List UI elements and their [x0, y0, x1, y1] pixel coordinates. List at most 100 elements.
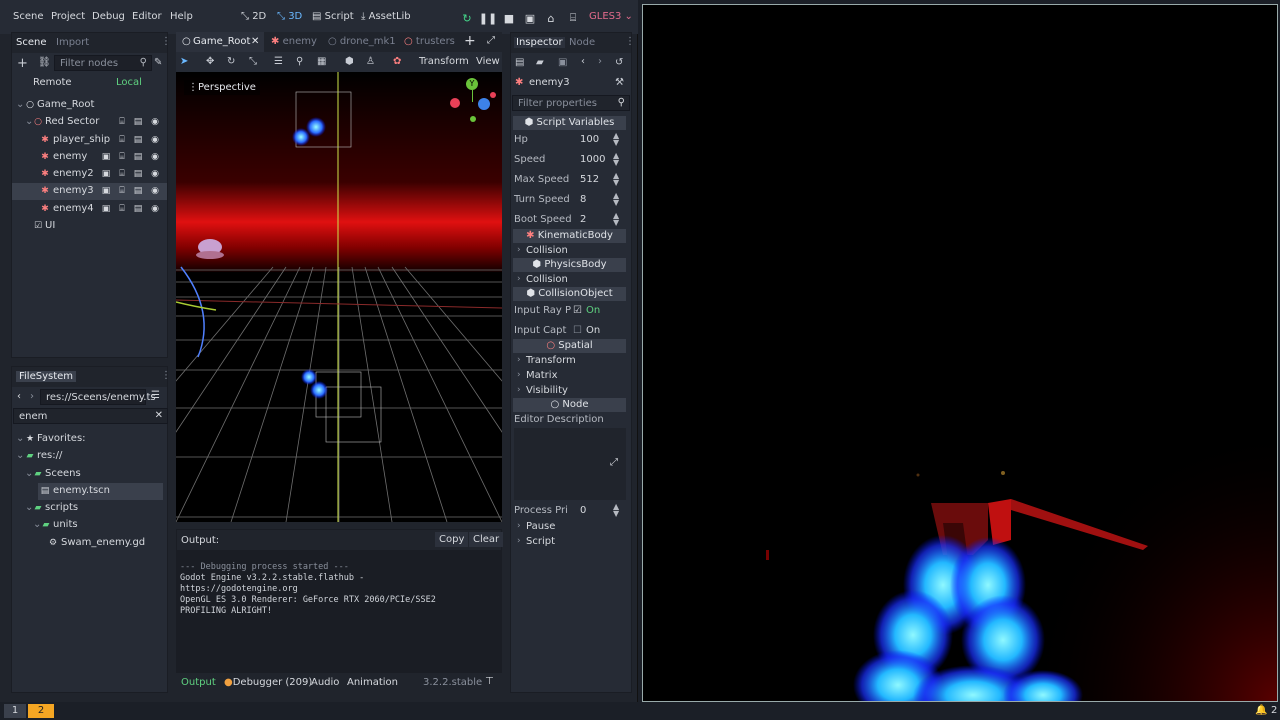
script-icon[interactable]: ▤ — [133, 117, 143, 127]
section-physics-body[interactable]: ⬢ PhysicsBody — [513, 258, 626, 272]
mode-3d-button[interactable]: ⤡ 3D — [277, 11, 302, 22]
mesh-icon[interactable]: ⬢ — [345, 56, 354, 67]
close-icon[interactable]: ✕ — [251, 36, 259, 47]
visibility-eye-icon[interactable]: ◉ — [150, 152, 160, 162]
section-kinematic-body[interactable]: ✱ KinematicBody — [513, 229, 626, 243]
add-node-icon[interactable]: + — [17, 56, 28, 71]
tab-filesystem[interactable]: FileSystem — [16, 371, 77, 382]
pivot-icon[interactable]: ⚲ — [296, 56, 303, 67]
history-icon[interactable]: ↺ — [615, 57, 623, 68]
script-attach-icon[interactable]: ✎ — [154, 57, 162, 68]
list-select-icon[interactable]: ☰ — [274, 56, 283, 67]
spinner-icon[interactable]: ▲ ▼ — [613, 212, 619, 227]
visibility-eye-icon[interactable]: ◉ — [150, 135, 160, 145]
visibility-eye-icon[interactable]: ◉ — [150, 204, 160, 214]
section-spatial[interactable]: ○ Spatial — [513, 339, 626, 353]
group-icon[interactable]: ⌸ — [117, 186, 127, 196]
transform-menu[interactable]: Transform — [419, 56, 469, 67]
prop-speed[interactable]: Speed 1000 ▲ ▼ — [513, 151, 626, 169]
workspace-1-button[interactable]: 1 — [4, 704, 26, 718]
group-transform[interactable]: › Transform — [513, 354, 626, 368]
bell-icon[interactable]: 🔔 — [1255, 705, 1267, 716]
game-window[interactable] — [642, 4, 1278, 702]
kebab-icon[interactable]: ⋮ — [161, 36, 171, 47]
script-icon[interactable]: ▤ — [133, 204, 143, 214]
spinner-icon[interactable]: ▲ ▼ — [613, 132, 619, 147]
select-tool-icon[interactable]: ➤ — [180, 56, 188, 67]
fs-row-favorites[interactable]: ⌄ ★ Favorites: — [12, 431, 167, 448]
list-view-icon[interactable]: ☰ — [151, 390, 160, 401]
play-custom-icon[interactable]: ⌂ — [544, 11, 558, 25]
scene-tab-game-root[interactable]: ○ Game_Root ✕ — [176, 32, 264, 52]
tree-row-enemy2[interactable]: ✱ enemy2 ▣ ⌸ ▤ ◉ — [12, 166, 167, 183]
script-icon[interactable]: ▤ — [133, 186, 143, 196]
scale-tool-icon[interactable]: ⤡ — [249, 56, 257, 67]
instance-icon[interactable]: ▣ — [101, 169, 111, 179]
open-folder-icon[interactable]: ▰ — [536, 57, 544, 68]
new-resource-icon[interactable]: ▤ — [515, 57, 524, 68]
axis-gizmo[interactable]: Y — [446, 78, 500, 126]
visibility-eye-icon[interactable]: ◉ — [150, 117, 160, 127]
gizmo-x[interactable] — [490, 92, 496, 98]
gizmo-y-neg[interactable] — [470, 116, 476, 122]
perspective-menu[interactable]: ⋮Perspective — [184, 80, 260, 95]
filter-properties-input[interactable]: Filter properties ⚲ — [512, 95, 630, 111]
tree-row-game-root[interactable]: ⌄ ○ Game_Root — [12, 97, 167, 114]
move-tool-icon[interactable]: ✥ — [206, 56, 214, 67]
gizmo-z[interactable] — [478, 98, 490, 110]
rotate-tool-icon[interactable]: ↻ — [227, 56, 235, 67]
stop-icon[interactable]: ■ — [502, 11, 516, 25]
view-menu[interactable]: View — [476, 56, 500, 67]
tab-scene[interactable]: Scene — [16, 37, 47, 48]
prop-process-priority[interactable]: Process Pri 0 ▲ ▼ — [513, 502, 626, 520]
scene-tab-enemy[interactable]: ✱ enemy — [271, 36, 317, 47]
tab-inspector[interactable]: Inspector — [514, 37, 565, 48]
prop-input-capture[interactable]: Input Capt ☐ On — [513, 322, 626, 340]
back-arrow-icon[interactable]: ‹ — [17, 391, 21, 402]
fs-row-units[interactable]: ⌄ ▰ units — [12, 517, 167, 534]
group-pause[interactable]: › Pause — [513, 520, 626, 534]
tab-import[interactable]: Import — [56, 37, 89, 48]
tree-row-enemy4[interactable]: ✱ enemy4 ▣ ⌸ ▤ ◉ — [12, 201, 167, 218]
3d-viewport[interactable]: ⋮Perspective Y — [176, 72, 502, 522]
remote-button[interactable]: Remote — [33, 77, 72, 88]
reload-icon[interactable]: ↻ — [460, 11, 474, 25]
gizmo-y[interactable]: Y — [466, 78, 478, 90]
tab-debugger[interactable]: ●Debugger (209) — [224, 677, 312, 688]
prop-input-ray-pickable[interactable]: Input Ray P ☑ On — [513, 302, 626, 320]
forward-arrow-icon[interactable]: › — [30, 391, 34, 402]
instance-icon[interactable]: ▣ — [101, 204, 111, 214]
group-visibility[interactable]: › Visibility — [513, 384, 626, 398]
tools-icon[interactable]: ⚒ — [615, 77, 624, 88]
menu-scene[interactable]: Scene — [13, 11, 44, 22]
menu-editor[interactable]: Editor — [132, 11, 162, 22]
menu-help[interactable]: Help — [170, 11, 193, 22]
scene-tab-drone[interactable]: ○ drone_mk1 — [328, 36, 396, 47]
snap-icon[interactable]: ▦ — [317, 56, 326, 67]
group-icon[interactable]: ⌸ — [117, 117, 127, 127]
checkbox-checked-icon[interactable]: ☑ — [573, 305, 582, 316]
group-collision-2[interactable]: › Collision — [513, 273, 626, 287]
file-search-input[interactable]: enem ✕ — [13, 408, 168, 424]
tree-row-red-sector[interactable]: ⌄ ○ Red Sector ⌸ ▤ ◉ — [12, 114, 167, 131]
workspace-2-button[interactable]: 2 — [28, 704, 54, 718]
inspected-node-name[interactable]: enemy3 — [529, 77, 570, 88]
kebab-icon[interactable]: ⋮ — [625, 36, 635, 47]
group-icon[interactable]: ⌸ — [117, 169, 127, 179]
gizmo-x-neg[interactable] — [450, 98, 460, 108]
group-icon[interactable]: ⌸ — [117, 204, 127, 214]
group-collision[interactable]: › Collision — [513, 244, 626, 258]
local-button[interactable]: Local — [116, 77, 142, 88]
tree-row-enemy3[interactable]: ✱ enemy3 ▣ ⌸ ▤ ◉ — [12, 183, 167, 200]
expand-icon[interactable]: ⤢ — [610, 457, 618, 468]
group-icon[interactable]: ⌸ — [117, 135, 127, 145]
fs-row-sceens[interactable]: ⌄ ▰ Sceens — [12, 466, 167, 483]
spinner-icon[interactable]: ▲ ▼ — [613, 503, 619, 518]
back-arrow-icon[interactable]: ‹ — [581, 56, 585, 67]
clear-button[interactable]: Clear — [469, 532, 504, 547]
fs-row-res[interactable]: ⌄ ▰ res:// — [12, 448, 167, 465]
menu-project[interactable]: Project — [51, 11, 85, 22]
close-icon[interactable]: ✕ — [155, 410, 163, 421]
kebab-icon[interactable]: ⋮ — [161, 370, 171, 381]
visibility-eye-icon[interactable]: ◉ — [150, 186, 160, 196]
